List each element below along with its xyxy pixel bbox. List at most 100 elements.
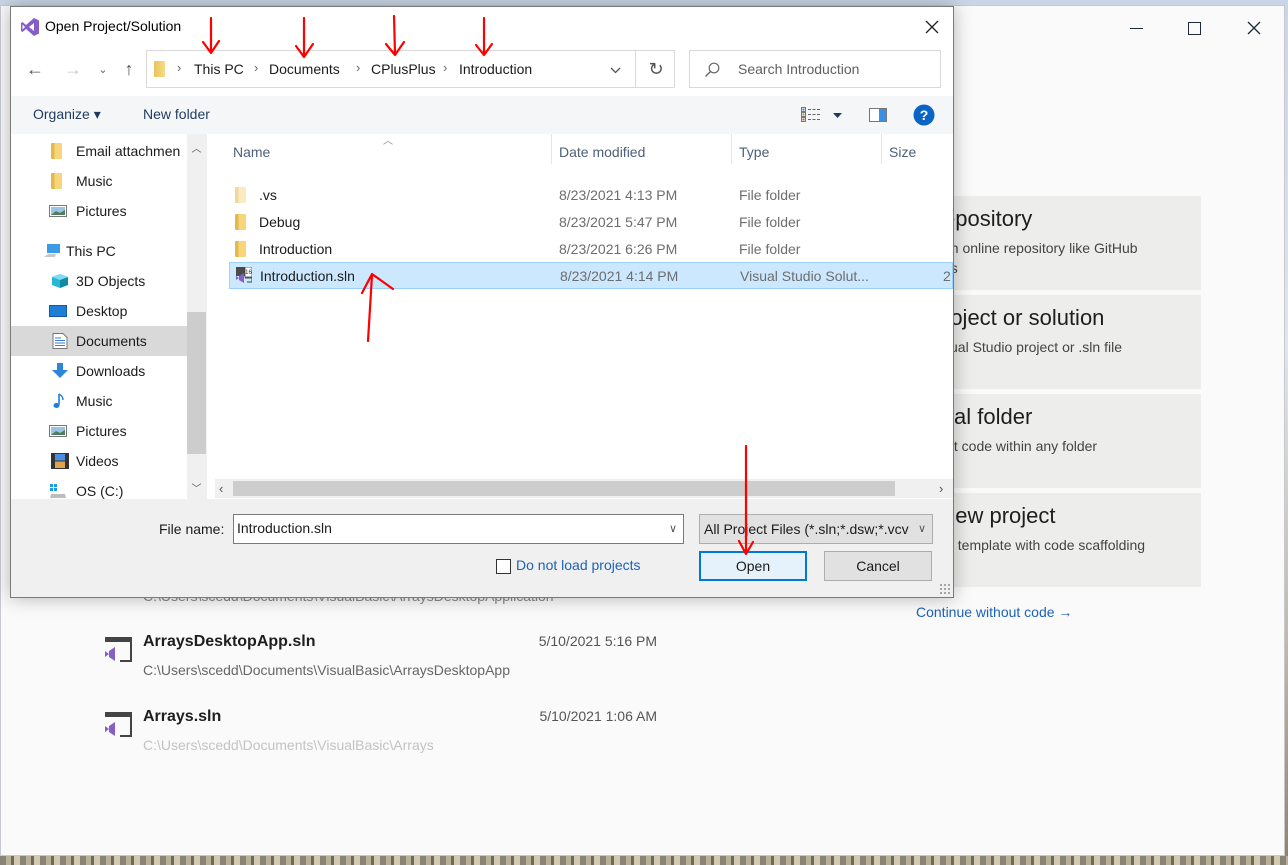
close-icon — [925, 20, 939, 34]
column-header-name[interactable]: Name — [233, 144, 270, 160]
file-row[interactable]: Introduction 8/23/2021 6:26 PM File fold… — [229, 236, 953, 263]
help-button[interactable]: ? — [913, 104, 935, 126]
nav-item-3d-objects[interactable]: 3D Objects — [11, 266, 187, 296]
help-icon: ? — [913, 104, 935, 126]
file-name-combobox[interactable]: ∨ — [233, 514, 684, 544]
nav-pane-scroll-thumb[interactable] — [187, 312, 206, 454]
download-icon — [52, 363, 68, 378]
folder-icon — [235, 187, 246, 203]
nav-item-music[interactable]: Music — [11, 166, 187, 196]
minimize-button[interactable] — [1113, 14, 1159, 42]
nav-item-desktop[interactable]: Desktop — [11, 296, 187, 326]
pane-divider[interactable] — [206, 134, 207, 499]
file-name-input[interactable] — [237, 520, 657, 536]
breadcrumb-this-pc[interactable]: This PC — [194, 61, 244, 77]
view-options-dropdown[interactable] — [829, 104, 845, 126]
scroll-down-icon[interactable]: ﹀ — [190, 480, 203, 495]
recent-item[interactable]: ArraysDesktopApp.sln 5/10/2021 5:16 PM C… — [101, 633, 661, 693]
up-button[interactable]: ↑ — [117, 57, 141, 81]
search-box[interactable] — [689, 50, 941, 88]
folder-icon — [235, 241, 246, 257]
nav-item-music-pc[interactable]: Music — [11, 386, 187, 416]
nav-item-this-pc[interactable]: This PC — [11, 236, 187, 266]
arrow-up-icon: ↑ — [124, 58, 134, 79]
scroll-right-icon[interactable]: › — [939, 481, 943, 496]
nav-item-label: Music — [76, 173, 113, 189]
new-folder-button[interactable]: New folder — [143, 106, 210, 122]
change-view-button[interactable] — [799, 104, 823, 126]
cube-icon — [52, 274, 68, 288]
checkbox-box[interactable] — [496, 559, 511, 574]
pictures-icon — [49, 205, 67, 217]
address-dropdown-button[interactable] — [603, 59, 627, 81]
card-description: ct template with code scaffolding — [943, 537, 1146, 553]
preview-pane-icon — [869, 108, 887, 122]
folder-icon — [235, 214, 246, 230]
file-size: 2 — [943, 268, 951, 284]
do-not-load-projects-label[interactable]: Do not load projects — [516, 557, 641, 573]
column-divider[interactable] — [551, 134, 552, 164]
close-window-button[interactable] — [1231, 14, 1277, 42]
file-row[interactable]: Debug 8/23/2021 5:47 PM File folder — [229, 209, 953, 236]
file-type-filter-select[interactable]: All Project Files (*.sln;*.dsw;*.vcv ∨ — [699, 514, 933, 544]
column-header-type[interactable]: Type — [739, 144, 769, 160]
column-header-size[interactable]: Size — [889, 144, 916, 160]
dialog-title: Open Project/Solution — [45, 18, 182, 34]
organize-button[interactable]: Organize ▾ — [33, 106, 101, 123]
breadcrumb-introduction[interactable]: Introduction — [459, 61, 532, 77]
file-row[interactable]: .vs 8/23/2021 4:13 PM File folder — [229, 182, 953, 209]
back-button[interactable]: ← — [23, 57, 47, 81]
breadcrumb-documents[interactable]: Documents — [269, 61, 340, 77]
nav-item-label: 3D Objects — [76, 273, 146, 289]
horizontal-scroll-thumb[interactable] — [233, 481, 895, 496]
file-name: Introduction.sln — [260, 268, 355, 284]
nav-item-downloads[interactable]: Downloads — [11, 356, 187, 386]
nav-item-pictures-pc[interactable]: Pictures — [11, 416, 187, 446]
forward-button[interactable]: → — [61, 57, 85, 81]
scroll-up-icon[interactable]: ︿ — [190, 140, 203, 155]
scroll-left-icon[interactable]: ‹ — [219, 481, 223, 496]
vs-solution-icon: 16 — [236, 267, 252, 283]
continue-without-code-link[interactable]: Continue without code → — [916, 604, 1072, 620]
svg-text:?: ? — [920, 107, 929, 123]
card-title: cal folder — [943, 404, 1033, 429]
resize-grip[interactable] — [939, 583, 951, 595]
file-list: ︿ Name Date modified Type Size .vs 8/23/… — [215, 134, 953, 499]
breadcrumb-cplusplus[interactable]: CPlusPlus — [371, 61, 436, 77]
nav-item-os-drive[interactable]: OS (C:) — [11, 476, 187, 499]
nav-item-videos[interactable]: Videos — [11, 446, 187, 476]
nav-item-label: Documents — [76, 333, 147, 349]
column-divider[interactable] — [731, 134, 732, 164]
chevron-down-icon[interactable]: ∨ — [669, 522, 677, 535]
file-row-selected[interactable]: 16 Introduction.sln 8/23/2021 4:14 PM Vi… — [229, 262, 953, 289]
recent-item[interactable]: Arrays.sln 5/10/2021 1:06 AM C:\Users\sc… — [101, 708, 661, 768]
column-header-date-modified[interactable]: Date modified — [559, 144, 645, 160]
nav-item-pictures[interactable]: Pictures — [11, 196, 187, 226]
recent-item-date: 5/10/2021 1:06 AM — [539, 708, 657, 724]
nav-item-label: Desktop — [76, 303, 128, 319]
close-icon — [1247, 21, 1261, 35]
refresh-button[interactable]: ↻ — [635, 51, 676, 87]
drive-icon — [50, 484, 66, 498]
open-button[interactable]: Open — [699, 551, 807, 581]
file-list-horizontal-scrollbar[interactable]: ‹ › — [215, 479, 953, 498]
search-input[interactable] — [738, 59, 928, 79]
dialog-close-button[interactable] — [917, 13, 947, 41]
preview-pane-button[interactable] — [867, 104, 889, 126]
nav-item-label: Pictures — [76, 203, 127, 219]
recent-locations-button[interactable]: ⌄ — [91, 57, 115, 81]
cancel-button[interactable]: Cancel — [824, 551, 932, 581]
nav-item-documents[interactable]: Documents — [11, 326, 187, 356]
card-description: an online repository like GitHub — [943, 240, 1138, 256]
nav-item-label: OS (C:) — [76, 483, 124, 499]
command-toolbar: Organize ▾ New folder ? — [11, 96, 953, 134]
nav-item-label: Pictures — [76, 423, 127, 439]
details-view-icon — [801, 107, 820, 122]
file-name: Debug — [259, 214, 301, 230]
nav-item-email-attachments[interactable]: Email attachmen — [11, 136, 187, 166]
address-bar[interactable]: › This PC › Documents › CPlusPlus › Intr… — [146, 50, 675, 88]
nav-item-label: Music — [76, 393, 113, 409]
column-divider[interactable] — [881, 134, 882, 164]
maximize-button[interactable] — [1171, 14, 1217, 42]
nav-pane-scrollbar[interactable]: ︿ ﹀ — [187, 134, 206, 499]
